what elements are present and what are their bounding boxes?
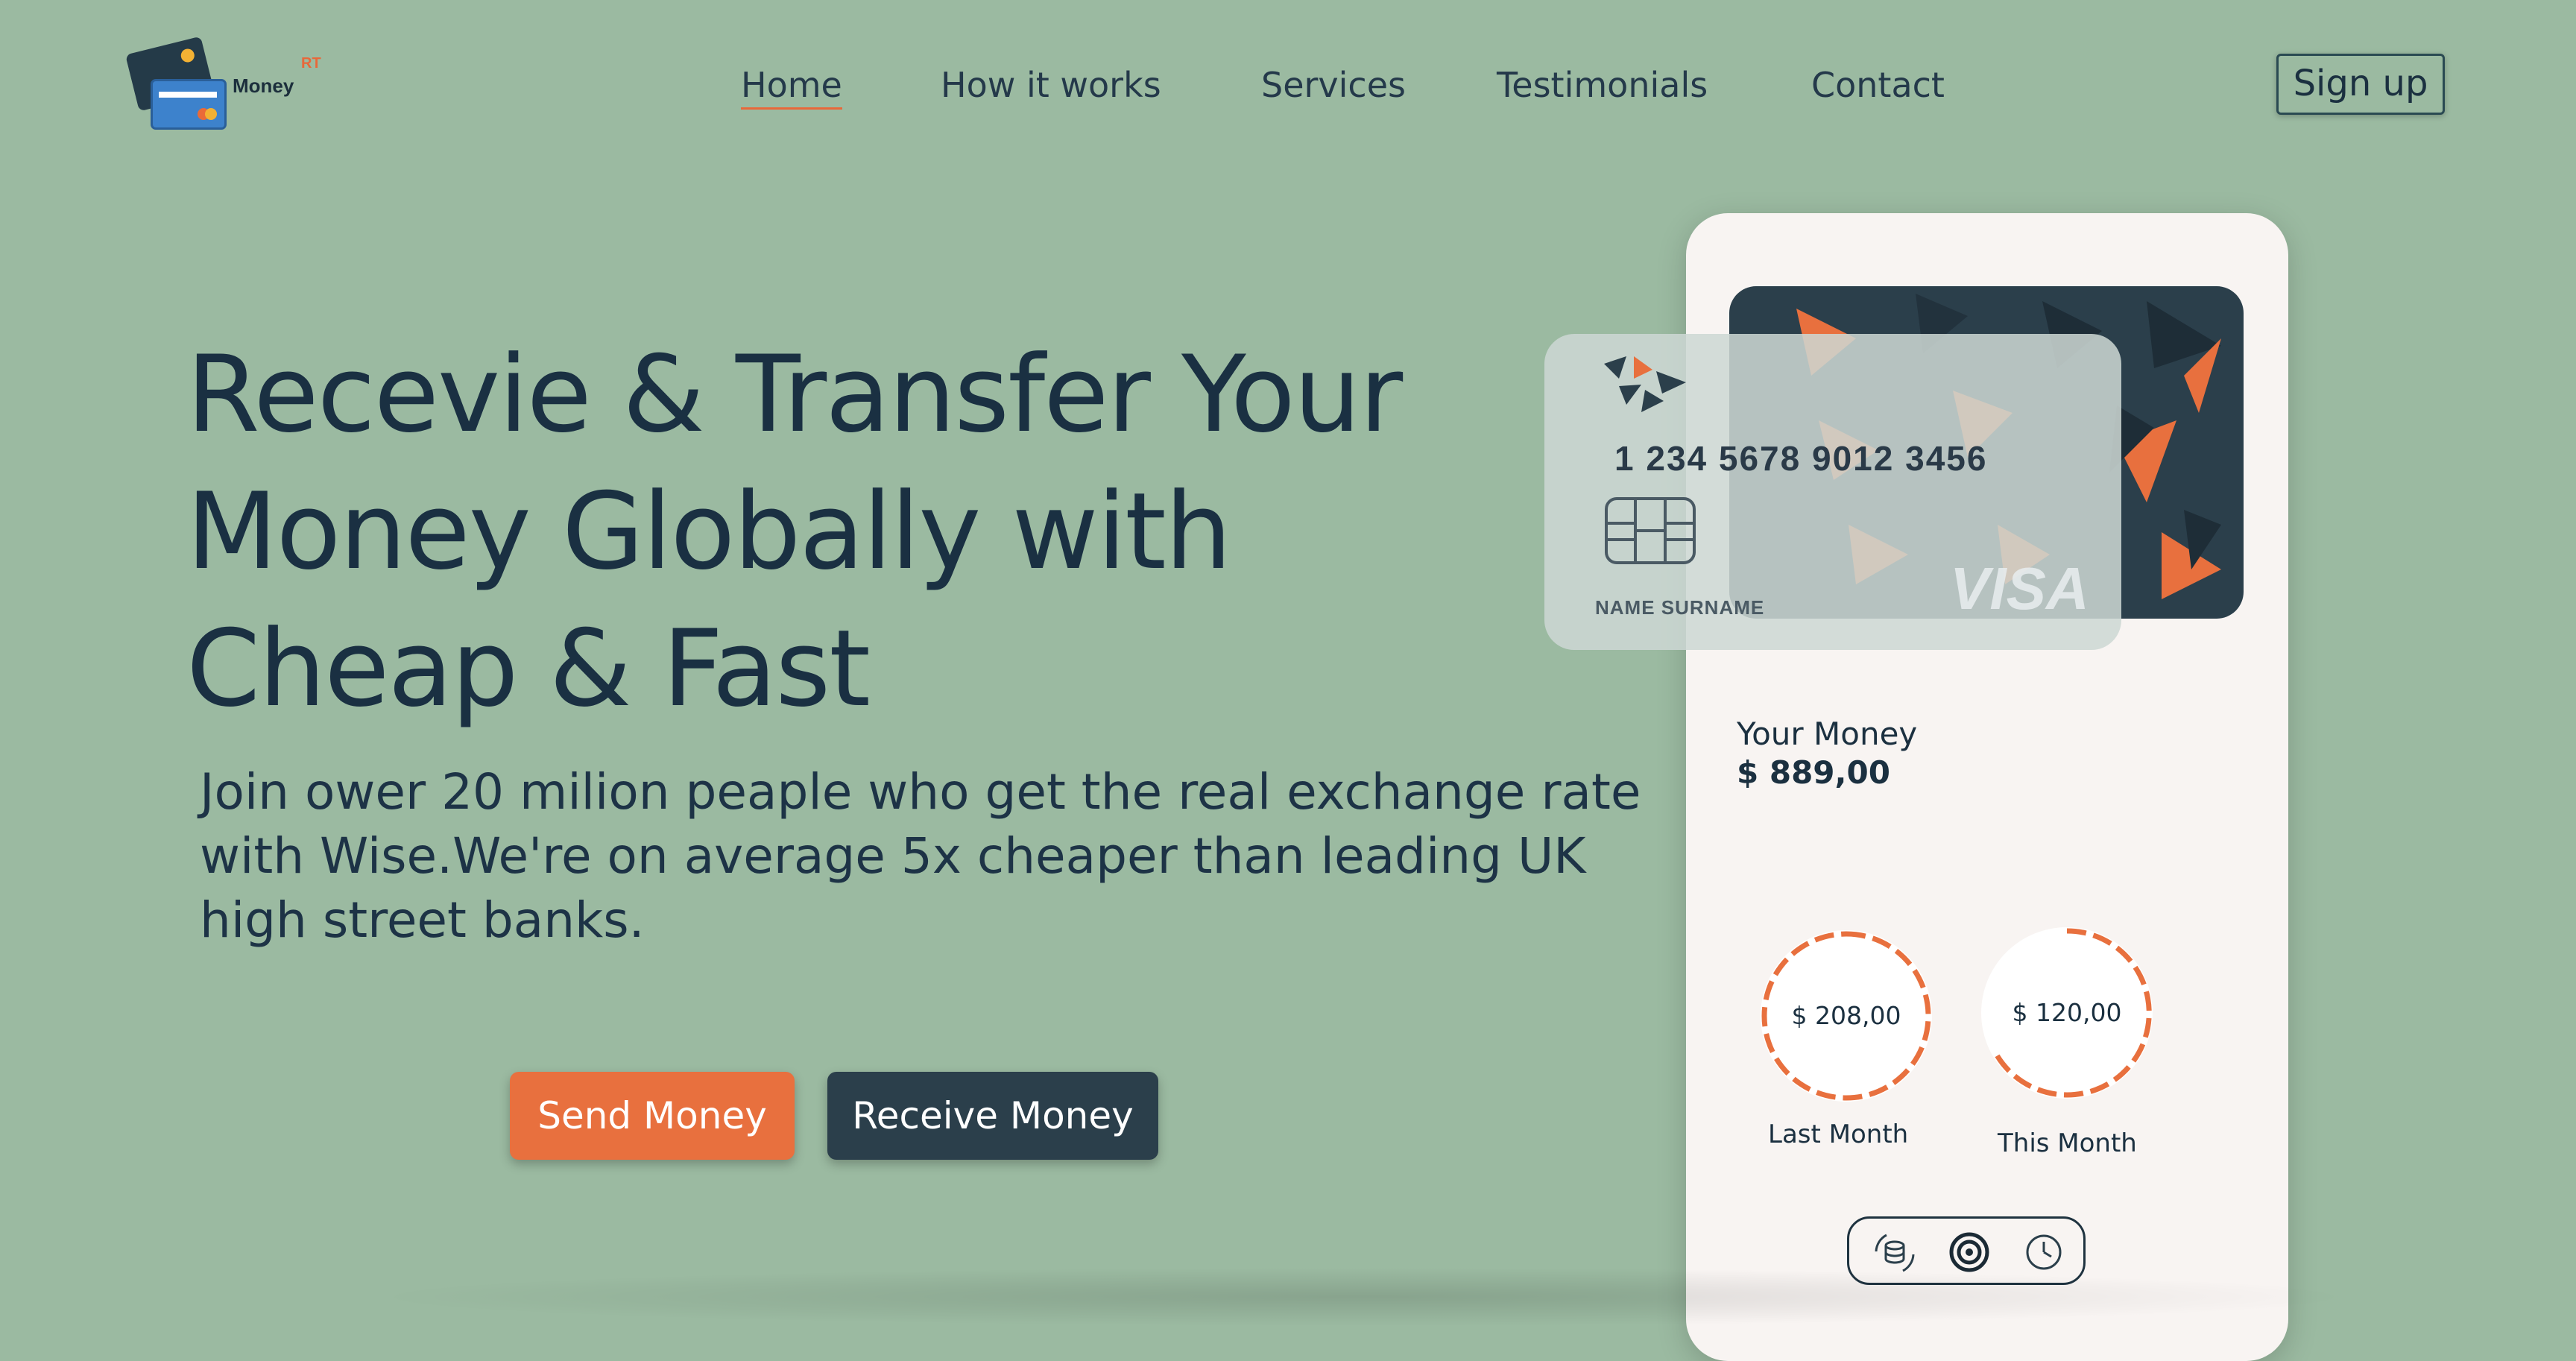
nav-services-link[interactable]: Services — [1261, 63, 1406, 107]
card-number: 1 234 5678 9012 3456 — [1614, 439, 1988, 478]
last-month-amount: $ 208,00 — [1791, 1001, 1901, 1030]
this-month-label: This Month — [1998, 1128, 2137, 1158]
card-brand-icon — [1604, 356, 1686, 412]
this-month-amount: $ 120,00 — [2012, 998, 2122, 1027]
main-nav: Home How it works Services Testimonials … — [0, 63, 2576, 110]
credit-card[interactable]: 1 234 5678 9012 3456 NAME SURNAME VISA — [1544, 334, 2121, 650]
wallet-title: Your Money — [1737, 716, 1918, 752]
this-month-ring[interactable]: $ 120,00 — [1981, 927, 2153, 1099]
receive-money-button[interactable]: Receive Money — [827, 1072, 1158, 1160]
hero-headline: Recevie & Transfer Your Money Globally w… — [186, 333, 1403, 730]
section-shadow — [358, 1267, 2370, 1327]
nav-testimonials-link[interactable]: Testimonials — [1497, 63, 1708, 107]
visa-logo: VISA — [1950, 555, 2089, 622]
card-chip-icon — [1605, 497, 1696, 564]
last-month-label: Last Month — [1768, 1120, 1909, 1149]
nav-how-it-works-link[interactable]: How it works — [941, 63, 1161, 107]
card-holder-name: NAME SURNAME — [1595, 596, 1765, 619]
signup-button[interactable]: Sign up — [2276, 54, 2445, 115]
send-money-button[interactable]: Send Money — [510, 1072, 795, 1160]
wallet-balance: $ 889,00 — [1737, 754, 1890, 791]
nav-home-link[interactable]: Home — [741, 63, 842, 110]
hero-subtext: Join ower 20 milion peaple who get the r… — [200, 763, 1641, 949]
nav-contact-link[interactable]: Contact — [1811, 63, 1945, 107]
last-month-ring[interactable]: $ 208,00 — [1761, 930, 1932, 1102]
